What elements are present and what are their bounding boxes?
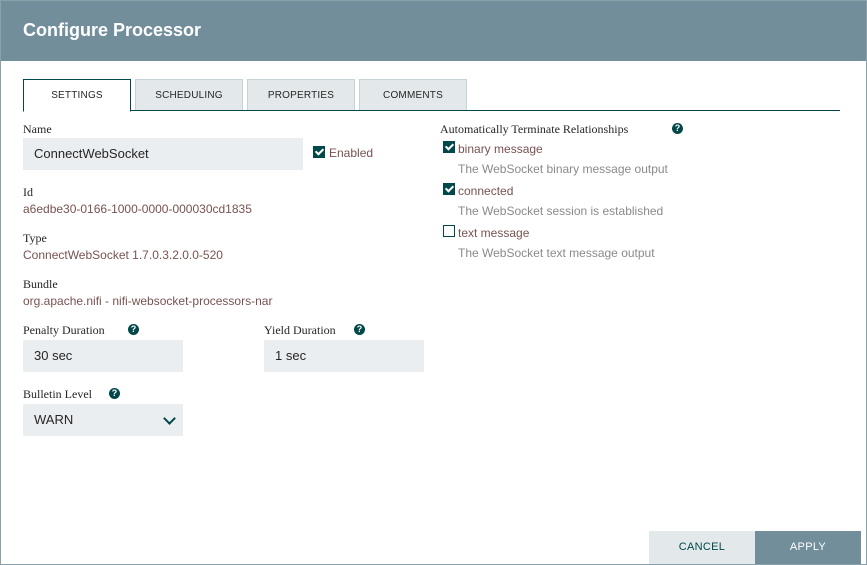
auto-terminate-heading: Automatically Terminate Relationships [440, 122, 629, 136]
bulletin-level-value: WARN [34, 412, 74, 427]
binary-message-checkbox[interactable] [443, 141, 455, 153]
penalty-duration-label: Penalty Duration [23, 323, 105, 337]
dialog-title: Configure Processor [23, 20, 202, 40]
relationship-description: The WebSocket text message output [458, 246, 655, 260]
connected-checkbox[interactable] [443, 183, 455, 195]
type-value: ConnectWebSocket 1.7.0.3.2.0.0-520 [23, 248, 223, 262]
name-input[interactable]: ConnectWebSocket [23, 138, 303, 170]
relationship-description: The WebSocket binary message output [458, 162, 668, 176]
relationship-name: text message [458, 226, 530, 240]
bulletin-level-label: Bulletin Level [23, 387, 92, 401]
relationship-description: The WebSocket session is established [458, 204, 664, 218]
id-label: Id [23, 185, 33, 199]
relationship-name: connected [458, 184, 514, 198]
dialog-header: Configure Processor [1, 1, 866, 61]
enabled-checkbox[interactable] [313, 146, 325, 158]
cancel-button[interactable]: CANCEL [649, 531, 755, 564]
tab-comments[interactable]: COMMENTS [359, 79, 467, 110]
bundle-label: Bundle [23, 277, 58, 291]
configure-processor-dialog: Configure Processor SETTINGS SCHEDULING … [0, 0, 867, 565]
bulletin-level-select[interactable]: WARN [23, 404, 183, 436]
text-message-checkbox[interactable] [443, 225, 455, 237]
penalty-help-icon[interactable]: ? [128, 324, 139, 335]
yield-duration-label: Yield Duration [264, 323, 336, 337]
id-value: a6edbe30-0166-1000-0000-000030cd1835 [23, 202, 252, 216]
tab-scheduling[interactable]: SCHEDULING [135, 79, 243, 110]
enabled-label: Enabled [329, 146, 374, 160]
tab-properties[interactable]: PROPERTIES [247, 79, 355, 110]
name-label: Name [23, 122, 52, 136]
penalty-duration-input[interactable]: 30 sec [23, 340, 183, 372]
bulletin-help-icon[interactable]: ? [109, 388, 120, 399]
yield-duration-input[interactable]: 1 sec [264, 340, 424, 372]
type-label: Type [23, 231, 47, 245]
relationships-help-icon[interactable]: ? [672, 123, 683, 134]
yield-help-icon[interactable]: ? [354, 324, 365, 335]
relationship-name: binary message [458, 142, 543, 156]
tab-settings[interactable]: SETTINGS [23, 79, 131, 112]
bundle-value: org.apache.nifi - nifi-websocket-process… [23, 294, 273, 308]
tabs-divider [23, 110, 840, 111]
apply-button[interactable]: APPLY [755, 531, 861, 564]
